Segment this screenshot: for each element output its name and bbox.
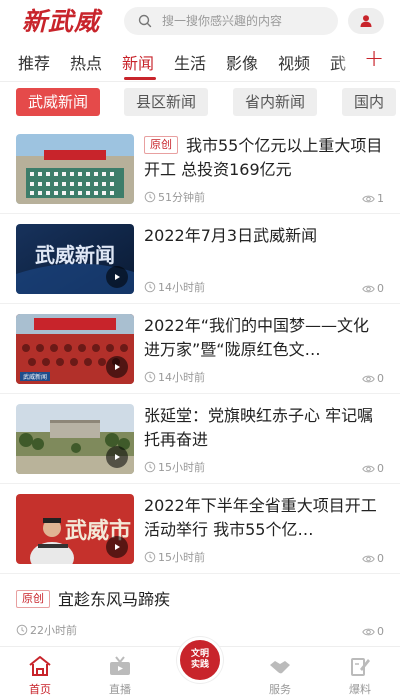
news-title: 张延堂：党旗映红赤子心 牢记嘱托再奋进 xyxy=(144,406,374,449)
news-time: 14小时前 xyxy=(144,279,205,295)
view-count: 1 xyxy=(362,192,384,205)
civilization-practice-button[interactable]: 文明实践 xyxy=(177,637,223,683)
clock-icon xyxy=(16,624,28,636)
sub-tabs: 武威新闻 县区新闻 省内新闻 国内 xyxy=(0,88,400,118)
nav-home[interactable]: 首页 xyxy=(10,655,70,697)
eye-icon xyxy=(362,375,375,382)
view-count: 0 xyxy=(362,552,384,565)
subtab-wuwei-news[interactable]: 武威新闻 xyxy=(16,88,101,116)
eye-icon xyxy=(362,285,375,292)
clock-icon xyxy=(144,551,156,563)
play-icon xyxy=(106,356,128,378)
search-icon xyxy=(138,14,152,28)
news-time: 14小时前 xyxy=(144,369,205,385)
news-item[interactable]: 武威新闻 2022年7月3日武威新闻 14小时前 0 xyxy=(0,214,400,304)
play-icon xyxy=(106,446,128,468)
subtab-county-news[interactable]: 县区新闻 xyxy=(124,88,209,116)
news-item[interactable]: 张延堂：党旗映红赤子心 牢记嘱托再奋进 15小时前 0 xyxy=(0,394,400,484)
add-channel-icon[interactable]: + xyxy=(364,44,384,72)
clock-icon xyxy=(144,461,156,473)
user-icon xyxy=(360,15,372,27)
view-count: 0 xyxy=(362,372,384,385)
eye-icon xyxy=(362,465,375,472)
tab-life[interactable]: 生活 xyxy=(174,50,206,74)
bottom-navigation: 首页 直播 文明实践 服务 爆料 xyxy=(0,637,400,700)
news-item[interactable]: 原创 我市55个亿元以上重大项目开工 总投资169亿元 51分钟前 1 xyxy=(0,124,400,214)
live-tv-icon xyxy=(110,656,130,675)
news-thumbnail xyxy=(16,404,134,474)
news-thumbnail: 武威新闻 xyxy=(16,314,134,384)
search-bar[interactable] xyxy=(124,7,338,35)
user-button[interactable] xyxy=(348,8,384,34)
news-title: 原创 宜趁东风马蹄疾 xyxy=(16,588,376,612)
svg-text:武威新闻: 武威新闻 xyxy=(35,243,115,267)
home-icon xyxy=(29,656,51,676)
eye-icon xyxy=(362,555,375,562)
news-time: 15小时前 xyxy=(144,549,205,565)
channel-tabs: 推荐 热点 新闻 生活 影像 视频 武 + xyxy=(0,42,400,82)
app-logo: 新武威 xyxy=(22,7,101,36)
news-thumbnail: 武威市 xyxy=(16,494,134,564)
tabs-fade xyxy=(336,42,360,81)
clock-icon xyxy=(144,371,156,383)
news-time: 15小时前 xyxy=(144,459,205,475)
news-item[interactable]: 武威新闻 2022年“我们的中国梦——文化进万家”暨“陇原红色文… 14小时前 … xyxy=(0,304,400,394)
tab-video[interactable]: 视频 xyxy=(278,50,310,74)
original-badge: 原创 xyxy=(16,590,50,608)
tab-image[interactable]: 影像 xyxy=(226,50,258,74)
search-input[interactable] xyxy=(162,14,332,28)
news-item[interactable]: 原创 宜趁东风马蹄疾 22小时前 0 xyxy=(0,574,400,646)
app-header: 新武威 xyxy=(0,0,400,42)
handshake-icon xyxy=(270,661,290,674)
tab-hot[interactable]: 热点 xyxy=(70,50,102,74)
news-title: 2022年下半年全省重大项目开工活动举行 我市55个亿… xyxy=(144,496,377,539)
clock-icon xyxy=(144,191,156,203)
tab-news[interactable]: 新闻 xyxy=(122,50,154,74)
subtab-domestic-news[interactable]: 国内 xyxy=(342,88,397,116)
eye-icon xyxy=(362,195,375,202)
eye-icon xyxy=(362,628,375,635)
report-icon xyxy=(351,658,370,676)
view-count: 0 xyxy=(362,625,384,638)
news-title: 2022年“我们的中国梦——文化进万家”暨“陇原红色文… xyxy=(144,316,370,359)
svg-text:武威新闻: 武威新闻 xyxy=(23,373,47,381)
nav-report[interactable]: 爆料 xyxy=(330,655,390,697)
tab-recommend[interactable]: 推荐 xyxy=(18,50,50,74)
view-count: 0 xyxy=(362,462,384,475)
news-time: 51分钟前 xyxy=(144,189,205,205)
clock-icon xyxy=(144,281,156,293)
nav-service[interactable]: 服务 xyxy=(250,655,310,697)
news-thumbnail xyxy=(16,134,134,204)
news-item[interactable]: 武威市 2022年下半年全省重大项目开工活动举行 我市55个亿… 15小时前 0 xyxy=(0,484,400,574)
news-thumbnail: 武威新闻 xyxy=(16,224,134,294)
active-tab-indicator xyxy=(124,77,156,80)
play-icon xyxy=(106,266,128,288)
news-title: 原创 我市55个亿元以上重大项目开工 总投资169亿元 xyxy=(144,136,383,179)
news-time: 22小时前 xyxy=(16,622,77,638)
original-badge: 原创 xyxy=(144,136,178,154)
nav-live[interactable]: 直播 xyxy=(90,655,150,697)
play-icon xyxy=(106,536,128,558)
news-title: 2022年7月3日武威新闻 xyxy=(144,226,318,245)
subtab-province-news[interactable]: 省内新闻 xyxy=(233,88,318,116)
view-count: 0 xyxy=(362,282,384,295)
